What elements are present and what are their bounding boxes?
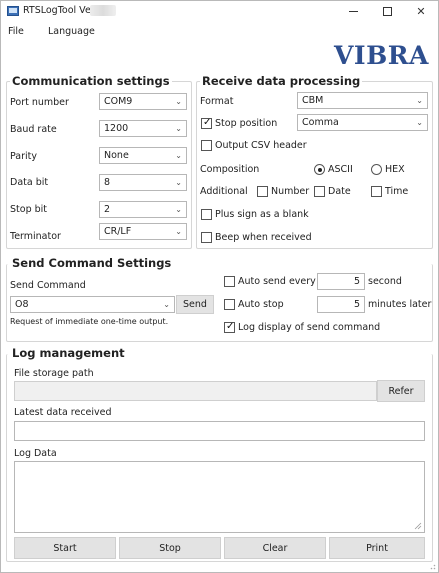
plus-sign-blank-checkbox[interactable] [201,209,212,220]
resize-grip-icon[interactable] [414,522,422,530]
additional-time-label: Time [385,186,409,197]
auto-stop-checkbox[interactable] [224,299,235,310]
output-csv-header-label: Output CSV header [215,140,307,151]
send-command-label: Send Command [10,280,86,291]
terminator-label: Terminator [10,231,61,242]
data-bit-label: Data bit [10,177,49,188]
window-title: RTSLogTool Ver. [23,5,97,16]
send-button[interactable]: Send [176,295,214,314]
terminator-select[interactable]: CR/LF ⌄ [99,223,187,240]
app-icon [7,6,19,16]
format-label: Format [200,96,234,107]
send-command-select[interactable]: O8 ⌄ [10,296,175,313]
version-redacted [90,5,116,16]
chevron-down-icon: ⌄ [175,97,182,106]
additional-time-checkbox[interactable] [371,186,382,197]
stop-bit-select[interactable]: 2 ⌄ [99,201,187,218]
output-csv-header-checkbox[interactable] [201,140,212,151]
auto-stop-unit: minutes later [368,299,432,310]
auto-stop-input[interactable]: 5 [317,296,365,313]
close-icon: ✕ [416,4,426,18]
port-number-select[interactable]: COM9 ⌄ [99,93,187,110]
format-value: CBM [302,95,324,106]
chevron-down-icon: ⌄ [175,124,182,133]
parity-value: None [104,150,129,161]
additional-label: Additional [200,186,248,197]
composition-hex-radio[interactable] [371,164,382,175]
chevron-down-icon: ⌄ [175,205,182,214]
vibra-logo: VIBRA [334,41,429,70]
minimize-button[interactable] [336,1,370,21]
menu-file[interactable]: File [8,26,24,37]
chevron-down-icon: ⌄ [163,300,170,309]
additional-number-checkbox[interactable] [257,186,268,197]
parity-select[interactable]: None ⌄ [99,147,187,164]
latest-data-label: Latest data received [14,407,112,418]
auto-send-checkbox[interactable] [224,276,235,287]
parity-label: Parity [10,151,38,162]
refer-button[interactable]: Refer [377,380,425,402]
window-resize-grip-icon[interactable] [428,562,436,570]
file-storage-path-input[interactable] [14,381,377,401]
chevron-down-icon: ⌄ [416,96,423,105]
terminator-value: CR/LF [104,226,132,237]
auto-send-interval-value: 5 [353,276,360,287]
minimize-icon [348,10,358,12]
chevron-down-icon: ⌄ [175,151,182,160]
menu-language[interactable]: Language [48,26,95,37]
stop-position-label: Stop position [215,118,278,129]
stop-bit-label: Stop bit [10,204,48,215]
plus-sign-blank-label: Plus sign as a blank [215,209,309,220]
composition-label: Composition [200,164,260,175]
maximize-button[interactable] [370,1,404,21]
chevron-down-icon: ⌄ [175,178,182,187]
title-bar[interactable]: RTSLogTool Ver. ✕ [1,1,438,21]
auto-send-interval-input[interactable]: 5 [317,273,365,290]
stop-bit-value: 2 [104,204,111,215]
stop-position-value: Comma [302,117,339,128]
beep-when-received-label: Beep when received [215,232,312,243]
port-number-label: Port number [10,97,69,108]
composition-ascii-radio[interactable] [314,164,325,175]
communication-settings-title: Communication settings [10,74,172,88]
chevron-down-icon: ⌄ [175,227,182,236]
composition-hex-label: HEX [385,164,405,175]
port-number-value: COM9 [104,96,133,107]
log-data-label: Log Data [14,448,57,459]
log-display-checkbox[interactable] [224,321,235,333]
log-display-label: Log display of send command [238,322,381,333]
maximize-icon [382,6,392,16]
additional-date-checkbox[interactable] [314,186,325,197]
chevron-down-icon: ⌄ [416,118,423,127]
menu-bar: File Language [1,23,438,41]
file-storage-path-label: File storage path [14,368,94,379]
start-button[interactable]: Start [14,537,116,559]
auto-stop-label: Auto stop [238,299,284,310]
app-window: RTSLogTool Ver. ✕ File Language VIBRA Co… [0,0,439,573]
receive-data-title: Receive data processing [200,74,363,88]
data-bit-select[interactable]: 8 ⌄ [99,174,187,191]
stop-position-checkbox[interactable] [201,117,212,129]
composition-ascii-label: ASCII [328,164,353,175]
stop-position-select[interactable]: Comma ⌄ [297,114,428,131]
data-bit-value: 8 [104,177,111,188]
close-button[interactable]: ✕ [404,1,438,21]
send-command-value: O8 [15,299,29,310]
baud-rate-select[interactable]: 1200 ⌄ [99,120,187,137]
auto-send-unit: second [368,276,402,287]
beep-when-received-checkbox[interactable] [201,232,212,243]
baud-rate-value: 1200 [104,123,129,134]
stop-button[interactable]: Stop [119,537,221,559]
format-select[interactable]: CBM ⌄ [297,92,428,109]
additional-number-label: Number [271,186,310,197]
latest-data-input[interactable] [14,421,425,441]
clear-button[interactable]: Clear [224,537,326,559]
baud-rate-label: Baud rate [10,124,57,135]
auto-stop-value: 5 [353,299,360,310]
additional-date-label: Date [328,186,351,197]
log-data-textarea[interactable] [14,461,425,533]
auto-send-label: Auto send every [238,276,316,287]
send-command-hint: Request of immediate one-time output. [10,317,169,326]
print-button[interactable]: Print [329,537,425,559]
